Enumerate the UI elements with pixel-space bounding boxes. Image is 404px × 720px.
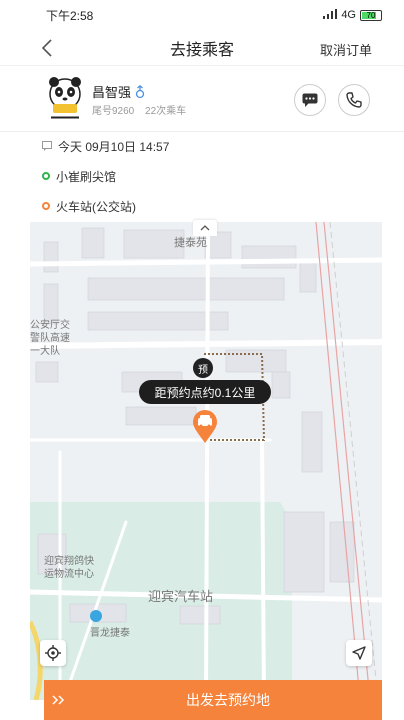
- dropoff-location: 火车站(公交站): [56, 199, 136, 214]
- map-view[interactable]: 捷泰苑 公安厅交 警队高速 一大队 迎宾翔鸽快 运物流中心 迎宾汽车站 晋龙捷泰: [30, 222, 382, 700]
- battery-icon: 70: [360, 9, 382, 21]
- dropoff-row: 火车站(公交站): [42, 194, 136, 218]
- passenger-name: 昌智强: [92, 85, 132, 100]
- double-chevron-right-icon: [44, 680, 74, 720]
- status-bar: 下午2:58 4G 70: [0, 0, 404, 30]
- page-title: 去接乘客: [169, 41, 234, 59]
- battery-level: 70: [366, 10, 376, 20]
- back-button[interactable]: [36, 36, 58, 60]
- map-label-kuaiyun-2: 运物流中心: [44, 569, 94, 580]
- pickup-row: 小崔刷尖馆: [42, 164, 116, 188]
- appointment-marker[interactable]: 预: [193, 358, 213, 378]
- map-label-jinlong: 晋龙捷泰: [90, 628, 130, 639]
- map-canvas: [30, 222, 382, 700]
- passenger-name-row: 昌智强: [92, 82, 145, 101]
- comment-icon: [42, 141, 52, 151]
- poi-icon: [90, 610, 102, 622]
- phone-icon: [346, 92, 362, 108]
- passenger-meta: 尾号9260 22次乘车: [92, 102, 186, 117]
- order-time: 今天 09月10日 14:57: [58, 139, 170, 154]
- map-label-yingbin-station: 迎宾汽车站: [148, 589, 214, 604]
- status-icons: 4G 70: [323, 8, 382, 22]
- navigation-arrow-icon: [352, 646, 366, 660]
- dropoff-dot-icon: [42, 202, 50, 210]
- navigation-button[interactable]: [346, 640, 372, 666]
- network-type: 4G: [341, 9, 356, 21]
- distance-tooltip: 距预约点约0.1公里: [139, 380, 271, 404]
- target-icon: [45, 645, 61, 661]
- pickup-location: 小崔刷尖馆: [56, 169, 117, 184]
- chevron-left-icon: [41, 39, 52, 57]
- male-gender-icon: [135, 84, 145, 98]
- order-time-row: 今天 09月10日 14:57: [42, 134, 169, 158]
- pickup-dot-icon: [42, 172, 50, 180]
- message-icon: [302, 93, 318, 107]
- map-label-gaosu-2: 一大队: [30, 346, 60, 357]
- slide-to-depart-bar[interactable]: 出发去预约地: [44, 680, 382, 720]
- collapse-panel-button[interactable]: [193, 220, 217, 236]
- depart-action-label: 出发去预约地: [186, 692, 270, 708]
- tail-number: 尾号9260: [92, 106, 135, 117]
- chevron-up-icon: [200, 225, 210, 231]
- ride-count: 22次乘车: [145, 106, 187, 117]
- nav-bar: 去接乘客 取消订单: [0, 30, 404, 66]
- car-location-icon: [192, 410, 218, 444]
- map-label-jietai-yuan: 捷泰苑: [174, 237, 207, 249]
- call-button[interactable]: [338, 84, 370, 116]
- avatar: [45, 76, 85, 122]
- status-time: 下午2:58: [46, 8, 94, 23]
- passenger-card: 昌智强 尾号9260 22次乘车: [0, 68, 404, 132]
- signal-icon: [323, 8, 338, 22]
- message-button[interactable]: [294, 84, 326, 116]
- locate-me-button[interactable]: [40, 640, 66, 666]
- cancel-order-button[interactable]: 取消订单: [320, 40, 372, 59]
